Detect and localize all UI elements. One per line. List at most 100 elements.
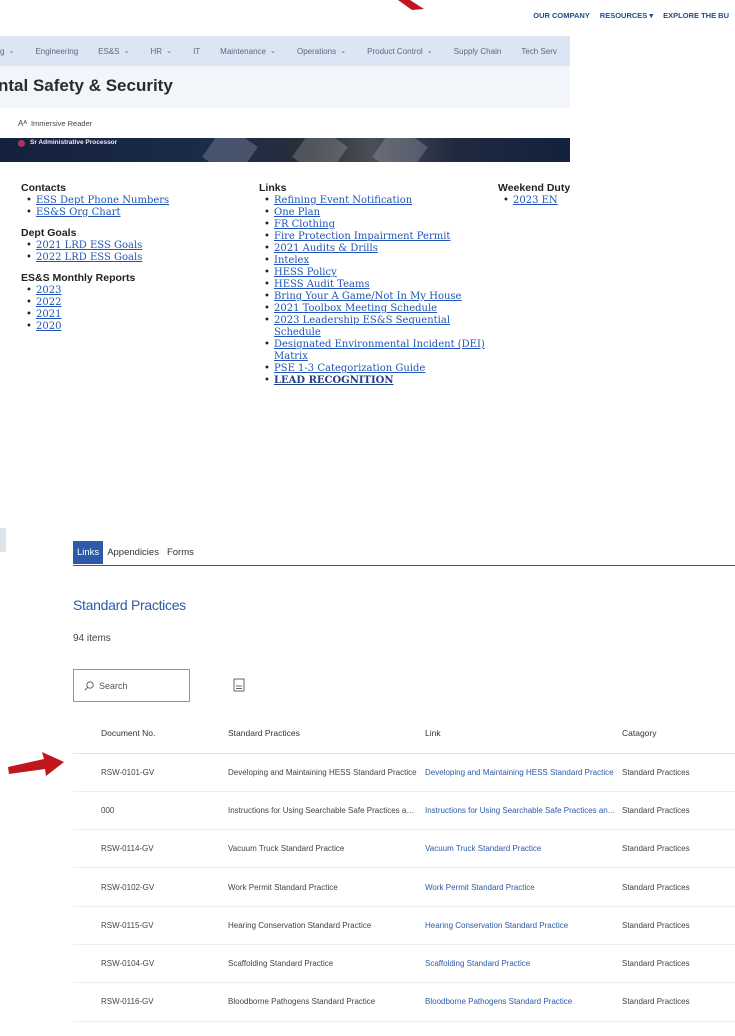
resource-link[interactable]: 2023 Leadership ES&S Sequential Schedule <box>274 315 450 338</box>
document-link[interactable]: Hearing Conservation Standard Practice <box>425 906 622 945</box>
document-link-text[interactable]: Vacuum Truck Standard Practice <box>425 844 541 853</box>
tab-appendicies[interactable]: Appendicies <box>103 541 163 564</box>
column-header-link[interactable]: Link <box>425 713 622 754</box>
menu-item[interactable]: Supply Chain <box>454 47 512 56</box>
list-item: Bring Your A Game/Not In My House <box>259 291 489 303</box>
column-header-standard-practices[interactable]: Standard Practices <box>228 713 425 754</box>
list-item: 2021 Audits & Drills <box>259 243 489 255</box>
document-link-text[interactable]: Work Permit Standard Practice <box>425 883 535 892</box>
document-number-cell: 000 <box>73 791 228 831</box>
top-link-explore[interactable]: EXPLORE THE BU <box>663 11 729 20</box>
document-link-text[interactable]: Hearing Conservation Standard Practice <box>425 921 568 930</box>
resource-link[interactable]: Designated Environmental Incident (DEI) … <box>274 339 485 362</box>
document-number-cell-text: RSW-0116-GV <box>101 997 154 1007</box>
menu-item[interactable]: Tech Serv <box>521 47 567 56</box>
contact-link[interactable]: ES&S Org Chart <box>36 207 121 218</box>
immersive-reader-button[interactable]: Aᴬ Immersive Reader <box>18 119 92 128</box>
menu-item-label: HR <box>150 46 163 56</box>
list-item: Refining Event Notification <box>259 195 489 207</box>
immersive-reader-label: Immersive Reader <box>30 118 93 128</box>
table-row[interactable]: RSW-0101-GV Developing and Maintaining HE… <box>73 753 735 792</box>
resource-link[interactable]: 2021 Audits & Drills <box>274 243 378 254</box>
menu-item-label: IT <box>193 46 201 56</box>
resource-link[interactable]: HESS Audit Teams <box>274 279 370 290</box>
list-item: FR Clothing <box>259 219 489 231</box>
menu-item-label: Product Control <box>367 46 423 56</box>
menu-item-label: ES&S <box>98 46 120 56</box>
links-heading: Links <box>259 182 287 194</box>
table-header-row: Document No. Standard Practices Link Cat… <box>73 713 735 754</box>
search-box[interactable]: Search <box>73 669 190 702</box>
top-link-resources[interactable]: RESOURCES ▾ <box>600 11 653 20</box>
resource-link[interactable]: Bring Your A Game/Not In My House <box>274 291 461 302</box>
document-link-text[interactable]: Instructions for Using Searchable Safe P… <box>425 806 614 815</box>
document-link[interactable]: Vacuum Truck Standard Practice <box>425 829 622 869</box>
document-link[interactable]: Instructions for Using Searchable Safe P… <box>425 791 622 831</box>
red-annotation-arrow-icon <box>398 0 424 10</box>
resource-link[interactable]: Intelex <box>274 255 309 266</box>
tab-links[interactable]: Links <box>73 541 104 564</box>
document-link[interactable]: Bloodborne Pathogens Standard Practice <box>425 982 622 1022</box>
menu-item[interactable]: Product Control ⌄ <box>367 47 444 56</box>
tab-forms[interactable]: Forms <box>163 541 198 564</box>
list-item: 2020 <box>21 321 221 333</box>
menu-item[interactable]: HR ⌄ <box>151 47 184 56</box>
column-header-document-no[interactable]: Document No. <box>73 713 228 754</box>
list-item: 2023 Leadership ES&S Sequential Schedule <box>259 315 489 339</box>
menu-item[interactable]: IT <box>193 47 210 56</box>
resource-link[interactable]: HESS Policy <box>274 267 337 278</box>
resource-link[interactable]: 2021 Toolbox Meeting Schedule <box>274 303 437 314</box>
document-number-cell: RSW-0115-GV <box>73 906 228 945</box>
monthly-report-link[interactable]: 2020 <box>36 321 61 332</box>
dept-goal-link[interactable]: 2021 LRD ESS Goals <box>36 240 142 251</box>
resource-link[interactable]: FR Clothing <box>274 219 335 230</box>
contact-link[interactable]: ESS Dept Phone Numbers <box>36 195 169 206</box>
weekend-duty-link[interactable]: 2023 EN <box>513 195 558 206</box>
document-link[interactable]: Developing and Maintaining HESS Standard… <box>425 753 622 792</box>
menu-item[interactable]: ES&S ⌄ <box>98 47 140 56</box>
dept-goal-link[interactable]: 2022 LRD ESS Goals <box>36 252 142 263</box>
monthly-report-link[interactable]: 2023 <box>36 285 61 296</box>
table-row[interactable]: RSW-0115-GV Hearing Conservation Standard… <box>73 906 735 945</box>
list-item: Fire Protection Impairment Permit <box>259 231 489 243</box>
table-row[interactable]: RSW-0114-GV Vacuum Truck Standard Practic… <box>73 829 735 869</box>
list-title[interactable]: Standard Practices <box>73 597 186 613</box>
document-link[interactable]: Scaffolding Standard Practice <box>425 944 622 984</box>
avatar <box>18 140 25 147</box>
menu-item[interactable]: Maintenance ⌄ <box>220 47 287 56</box>
document-link-text[interactable]: Developing and Maintaining HESS Standard… <box>425 768 614 777</box>
menu-item[interactable]: g ⌄ <box>0 47 25 56</box>
standard-practice-cell-text: Instructions for Using Searchable Safe P… <box>228 805 418 815</box>
document-number-cell-text: 000 <box>101 805 115 815</box>
save-view-icon[interactable] <box>233 678 245 692</box>
category-cell-text: Standard Practices <box>622 844 690 854</box>
document-link-text[interactable]: Scaffolding Standard Practice <box>425 959 530 968</box>
top-link-our-company[interactable]: OUR COMPANY <box>533 11 590 20</box>
weekend-duty-column: Weekend Duty 2023 EN <box>498 182 570 207</box>
resource-link[interactable]: One Plan <box>274 207 320 218</box>
menu-item[interactable]: Engineering <box>35 47 88 56</box>
search-input[interactable]: Search <box>99 681 128 691</box>
resource-link[interactable]: PSE 1-3 Categorization Guide <box>274 363 425 374</box>
standard-practice-cell: Vacuum Truck Standard Practice <box>228 829 425 869</box>
resource-link[interactable]: LEAD RECOGNITION <box>274 375 394 386</box>
menu-item-label: Supply Chain <box>453 46 502 56</box>
menu-item[interactable]: Operations ⌄ <box>297 47 357 56</box>
list-item: 2022 <box>21 297 221 309</box>
document-link-text[interactable]: Bloodborne Pathogens Standard Practice <box>425 997 572 1006</box>
column-header-category[interactable]: Catagory <box>622 713 735 754</box>
monthly-report-link[interactable]: 2022 <box>36 297 61 308</box>
menu-item-label: Engineering <box>35 46 79 56</box>
contacts-heading: Contacts <box>21 182 66 194</box>
list-item: One Plan <box>259 207 489 219</box>
table-row[interactable]: RSW-0104-GV Scaffolding Standard Practice… <box>73 944 735 984</box>
table-row[interactable]: RSW-0116-GV Bloodborne Pathogens Standard… <box>73 982 735 1022</box>
resource-link[interactable]: Refining Event Notification <box>274 195 412 206</box>
document-link[interactable]: Work Permit Standard Practice <box>425 867 622 907</box>
category-cell-text: Standard Practices <box>622 882 690 892</box>
resource-link[interactable]: Fire Protection Impairment Permit <box>274 231 450 242</box>
table-row[interactable]: RSW-0102-GV Work Permit Standard Practice… <box>73 867 735 907</box>
list-item: HESS Policy <box>259 267 489 279</box>
monthly-report-link[interactable]: 2021 <box>36 309 61 320</box>
table-row[interactable]: 000 Instructions for Using Searchable Saf… <box>73 791 735 831</box>
